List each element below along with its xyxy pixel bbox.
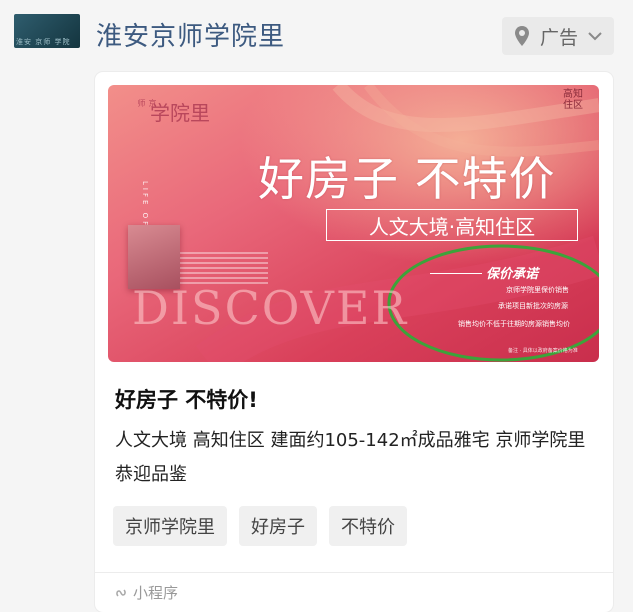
promise-divider [430, 273, 482, 274]
chevron-down-icon [588, 32, 602, 41]
banner-watermark: DISCOVER [132, 281, 409, 335]
tag-item[interactable]: 京师学院里 [113, 506, 227, 546]
ad-label: 广告 [539, 26, 578, 49]
promise-line-2: 承诺项目新批次的房源 [498, 302, 568, 310]
banner-brand-name: 学院里 [150, 101, 210, 125]
ad-banner-image[interactable]: 京师 学院里 高知住区 好房子 不特价 人文大境·高知住区 LIFE OF PI… [108, 85, 599, 362]
mini-program-icon [116, 588, 126, 597]
banner-decor-square [128, 225, 180, 289]
ad-description: 人文大境 高知住区 建面约105-142㎡成品雅宅 京师学院里恭迎品鉴 [115, 430, 586, 485]
mini-program-label: 小程序 [133, 584, 179, 602]
location-pin-icon [514, 26, 529, 46]
banner-subheadline: 人文大境·高知住区 [326, 209, 578, 241]
ad-title[interactable]: 好房子 不特价! [115, 384, 258, 414]
tag-item[interactable]: 好房子 [239, 506, 317, 546]
tag-item[interactable]: 不特价 [329, 506, 407, 546]
promise-line-1: 京师学院里保价销售 [506, 286, 569, 294]
card-divider [95, 572, 613, 573]
ad-card[interactable]: 京师 学院里 高知住区 好房子 不特价 人文大境·高知住区 LIFE OF PI… [95, 72, 613, 612]
banner-headline: 好房子 不特价 [258, 152, 556, 206]
avatar-text: 淮安 京师 学院 [16, 38, 71, 46]
mini-program-link[interactable]: 小程序 [115, 582, 178, 603]
tag-list: 京师学院里 好房子 不特价 [113, 506, 407, 546]
promise-line-3: 销售均价不低于往期的房源销售均价 [458, 320, 570, 328]
banner-promise-title: 保价承诺 [486, 267, 539, 282]
account-name[interactable]: 淮安京师学院里 [96, 16, 285, 53]
ad-menu-button[interactable]: 广告 [502, 17, 614, 55]
banner-corner-text: 高知住区 [563, 89, 583, 111]
banner-footer: 备注 · 具体以政府备案价格为准 [508, 348, 578, 354]
